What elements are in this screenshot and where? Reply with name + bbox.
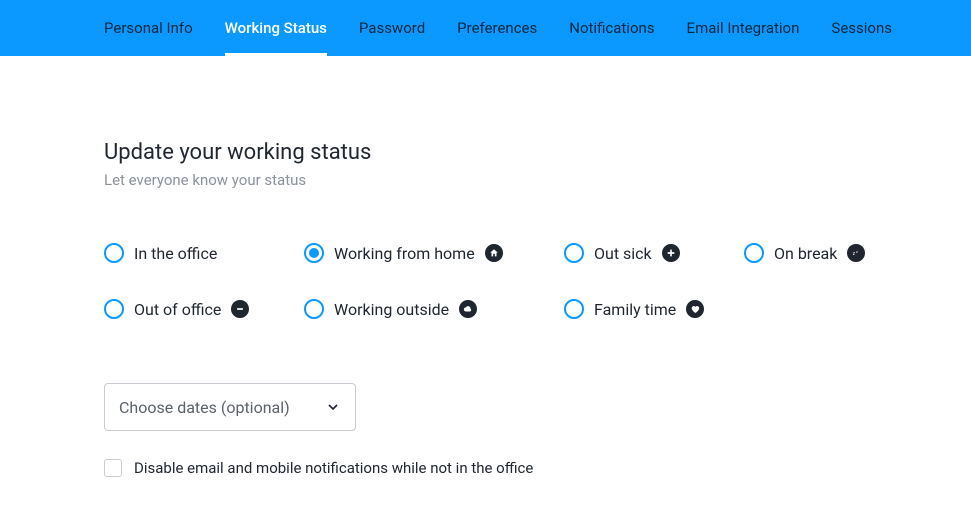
- tab-password[interactable]: Password: [359, 0, 425, 56]
- option-out-of-office[interactable]: Out of office: [104, 299, 304, 319]
- tab-sessions[interactable]: Sessions: [831, 0, 892, 56]
- option-on-break[interactable]: On break zz: [744, 243, 904, 263]
- tab-notifications[interactable]: Notifications: [569, 0, 654, 56]
- disable-notifications-row[interactable]: Disable email and mobile notifications w…: [104, 459, 880, 477]
- radio-working-outside[interactable]: [304, 299, 324, 319]
- svg-text:z: z: [853, 251, 856, 257]
- status-options: In the office Working from home Out sick…: [104, 243, 880, 319]
- disable-notifications-checkbox[interactable]: [104, 459, 122, 477]
- tab-working-status[interactable]: Working Status: [225, 0, 327, 56]
- radio-working-from-home[interactable]: [304, 243, 324, 263]
- choose-dates-dropdown[interactable]: Choose dates (optional): [104, 383, 356, 431]
- option-working-from-home[interactable]: Working from home: [304, 243, 564, 263]
- radio-family-time[interactable]: [564, 299, 584, 319]
- tab-personal-info[interactable]: Personal Info: [104, 0, 193, 56]
- tab-preferences[interactable]: Preferences: [457, 0, 537, 56]
- option-label: Family time: [594, 300, 676, 319]
- radio-in-the-office[interactable]: [104, 243, 124, 263]
- home-icon: [485, 244, 503, 262]
- option-in-the-office[interactable]: In the office: [104, 243, 304, 263]
- option-label: Out sick: [594, 244, 652, 263]
- option-label: In the office: [134, 244, 217, 263]
- radio-out-of-office[interactable]: [104, 299, 124, 319]
- option-working-outside[interactable]: Working outside: [304, 299, 564, 319]
- page-subtitle: Let everyone know your status: [104, 171, 880, 189]
- settings-tabbar: Personal Info Working Status Password Pr…: [0, 0, 971, 56]
- page-title: Update your working status: [104, 140, 880, 165]
- plus-icon: [662, 244, 680, 262]
- option-family-time[interactable]: Family time: [564, 299, 744, 319]
- option-out-sick[interactable]: Out sick: [564, 243, 744, 263]
- radio-on-break[interactable]: [744, 243, 764, 263]
- working-status-panel: Update your working status Let everyone …: [0, 56, 880, 477]
- tab-email-integration[interactable]: Email Integration: [687, 0, 800, 56]
- chevron-down-icon: [325, 399, 341, 415]
- option-label: On break: [774, 244, 837, 263]
- option-label: Working outside: [334, 300, 449, 319]
- minus-icon: [231, 300, 249, 318]
- svg-text:z: z: [856, 250, 858, 254]
- checkbox-label: Disable email and mobile notifications w…: [134, 459, 533, 477]
- dropdown-label: Choose dates (optional): [119, 398, 290, 417]
- radio-out-sick[interactable]: [564, 243, 584, 263]
- cloud-icon: [459, 300, 477, 318]
- option-label: Working from home: [334, 244, 475, 263]
- zzz-icon: zz: [847, 244, 865, 262]
- option-label: Out of office: [134, 300, 221, 319]
- heart-icon: [686, 300, 704, 318]
